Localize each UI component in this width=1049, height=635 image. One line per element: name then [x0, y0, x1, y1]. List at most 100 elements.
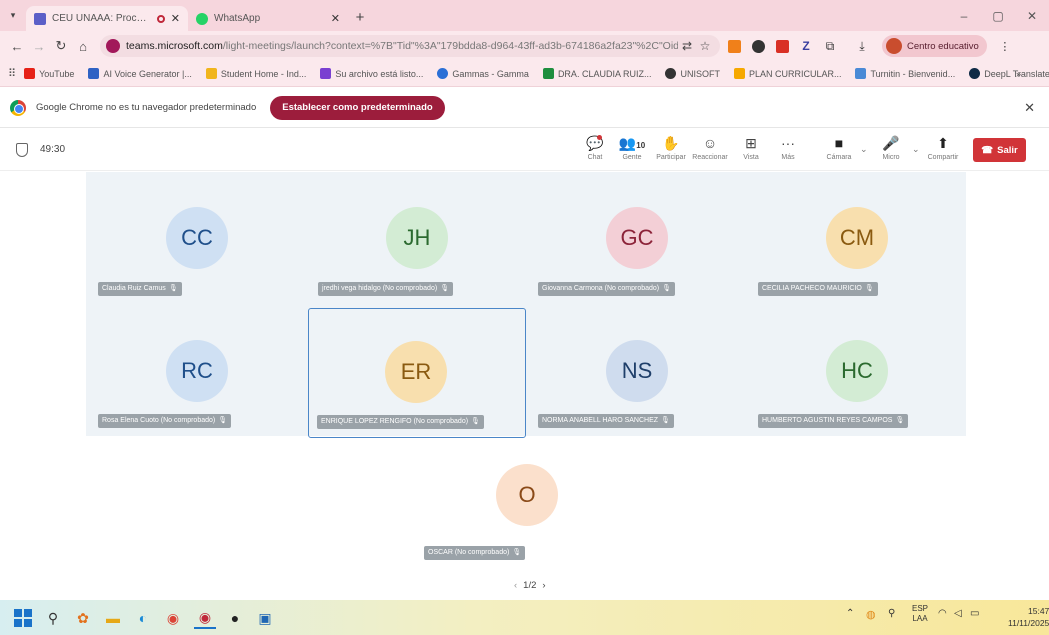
participant-grid: CC Claudia Ruiz Camus 🎙 JH jredhi vega hi…: [86, 172, 968, 438]
bookmark-item[interactable]: AI Voice Generator |...: [88, 68, 192, 79]
bookmark-item[interactable]: DeepL Translate - El...: [969, 68, 1049, 79]
edge-browser-icon[interactable]: ◐: [132, 607, 154, 629]
back-button[interactable]: ←: [6, 35, 28, 57]
home-button[interactable]: ⌂: [72, 35, 94, 57]
mic-button[interactable]: 🎤 Micro: [871, 134, 911, 161]
bookmarks-overflow-icon[interactable]: »: [1016, 69, 1021, 79]
camera-options-chevron-icon[interactable]: ⌄: [860, 144, 868, 155]
tab-ceu-unaaa[interactable]: CEU UNAAA: Proceso elect ✕: [26, 6, 188, 31]
participant-tile[interactable]: GC Giovanna Carmona (No comprobado) 🎙: [530, 174, 748, 304]
share-screen-icon: ⬆: [937, 135, 949, 151]
people-count: 10: [636, 141, 646, 150]
tab-whatsapp[interactable]: WhatsApp ✕: [188, 6, 348, 31]
chrome-profile-taskbar-icon[interactable]: ◉: [194, 607, 216, 629]
leave-meeting-button[interactable]: ☎ Salir: [973, 138, 1026, 162]
tab-search-icon[interactable]: ▾: [0, 0, 26, 31]
share-button[interactable]: ⬆ Compartir: [923, 134, 963, 161]
bookmark-item[interactable]: DRA. CLAUDIA RUIZ...: [542, 68, 651, 79]
bookmark-favicon-icon: [855, 68, 867, 79]
muted-mic-icon: 🎙: [662, 285, 672, 292]
avatar: JH: [386, 207, 448, 269]
profile-button[interactable]: Centro educativo: [882, 35, 987, 57]
pager-next-icon[interactable]: ›: [542, 580, 545, 591]
recording-indicator-icon: [156, 14, 165, 23]
participant-tile[interactable]: O OSCAR (No comprobado) 🎙: [418, 452, 636, 566]
bookmark-item[interactable]: Student Home - Ind...: [205, 68, 306, 79]
react-button[interactable]: ☺ Reaccionar: [690, 134, 730, 161]
set-default-button[interactable]: Establecer como predeterminado: [270, 95, 445, 120]
minimize-button[interactable]: –: [947, 0, 981, 31]
tray-overflow-chevron-icon[interactable]: ⌃: [846, 608, 854, 619]
file-explorer-icon[interactable]: ▬: [102, 607, 124, 629]
language-indicator[interactable]: ESP LAA: [912, 604, 928, 624]
url-text: teams.microsoft.com/light-meetings/launc…: [126, 40, 678, 52]
app-taskbar-icon[interactable]: ●: [224, 607, 246, 629]
gallery-pager: ‹ 1/2 ›: [508, 580, 552, 591]
widgets-icon[interactable]: ✿: [72, 607, 94, 629]
search-icon[interactable]: ⚲: [42, 607, 64, 629]
bookmark-item[interactable]: Su archivo está listo...: [320, 68, 423, 79]
page-indicator: 1/2: [523, 580, 537, 591]
translate-icon[interactable]: ⇄: [678, 39, 696, 53]
new-tab-button[interactable]: +: [348, 9, 372, 26]
profile-avatar: [886, 38, 902, 54]
people-button[interactable]: 👥10 Gente: [612, 134, 652, 161]
raise-hand-button[interactable]: ✋ Participar: [651, 134, 691, 161]
extension-z-icon[interactable]: Z: [796, 36, 816, 56]
extension-red-icon[interactable]: [772, 36, 792, 56]
participant-tile[interactable]: HC HUMBERTO AGUSTIN REYES CAMPOS 🎙: [750, 306, 968, 436]
extension-orange-icon[interactable]: [724, 36, 744, 56]
downloads-icon[interactable]: ⤓: [852, 36, 872, 56]
bookmark-star-icon[interactable]: ☆: [696, 39, 714, 53]
more-button[interactable]: ··· Más: [768, 134, 808, 161]
participant-tile-selected[interactable]: ER ENRIQUE LOPEZ RENGIFO (No comprobado)…: [308, 308, 526, 438]
mic-label: Micro: [882, 154, 900, 161]
avatar: GC: [606, 207, 668, 269]
participant-tile[interactable]: RC Rosa Elena Cuoto (No comprobado) 🎙: [90, 306, 308, 436]
extensions-puzzle-icon[interactable]: ⧉: [820, 36, 840, 56]
site-info-icon[interactable]: [106, 39, 120, 53]
chrome-taskbar-icon[interactable]: ◉: [162, 607, 184, 629]
extension-dark-icon[interactable]: [748, 36, 768, 56]
close-tab-icon[interactable]: ✕: [331, 12, 340, 25]
mic-options-chevron-icon[interactable]: ⌄: [912, 144, 920, 155]
bookmark-favicon-icon: [542, 68, 554, 79]
tray-location-icon[interactable]: ⚲: [888, 608, 895, 619]
view-button[interactable]: ⊞ Vista: [731, 134, 771, 161]
participant-tile[interactable]: NS NORMA ANABELL HARO SANCHEZ 🎙: [530, 306, 748, 436]
bookmark-item[interactable]: Gammas - Gamma: [437, 68, 529, 79]
start-button[interactable]: [12, 607, 34, 629]
wifi-icon[interactable]: ◠: [938, 608, 947, 619]
bookmark-favicon-icon: [205, 68, 217, 79]
close-tab-icon[interactable]: ✕: [171, 12, 180, 25]
bookmark-favicon-icon: [437, 68, 449, 79]
chrome-menu-icon[interactable]: ⋮: [995, 36, 1015, 56]
bookmark-favicon-icon: [969, 68, 981, 79]
close-window-button[interactable]: ✕: [1015, 0, 1049, 31]
bookmarks-bar: ⠿ YouTube AI Voice Generator |... Studen…: [0, 61, 1049, 87]
volume-icon[interactable]: ◁: [954, 608, 962, 619]
muted-mic-icon: 🎙: [218, 417, 228, 424]
reload-button[interactable]: ↻: [50, 35, 72, 57]
close-infobar-icon[interactable]: ✕: [1024, 100, 1035, 116]
url-input[interactable]: teams.microsoft.com/light-meetings/launc…: [100, 35, 720, 57]
bookmark-item[interactable]: UNISOFT: [665, 68, 720, 79]
outlook-taskbar-icon[interactable]: ▣: [254, 607, 276, 629]
forward-button[interactable]: →: [28, 35, 50, 57]
chat-button[interactable]: 💬 Chat: [575, 134, 615, 161]
maximize-button[interactable]: ▢: [981, 0, 1015, 31]
bookmark-item[interactable]: PLAN CURRICULAR...: [733, 68, 841, 79]
bookmark-item[interactable]: YouTube: [24, 68, 74, 79]
battery-icon[interactable]: ▭: [970, 608, 979, 619]
camera-button[interactable]: ■ Cámara: [819, 134, 859, 161]
address-bar-row: ← → ↻ ⌂ teams.microsoft.com/light-meetin…: [0, 31, 1049, 61]
system-clock[interactable]: 15:47 11/11/2025: [1008, 605, 1049, 629]
participant-tile[interactable]: CC Claudia Ruiz Camus 🎙: [90, 174, 308, 304]
bookmark-item[interactable]: Turnitin - Bienvenid...: [855, 68, 955, 79]
participant-tile[interactable]: JH jredhi vega hidalgo (No comprobado) 🎙: [310, 174, 528, 304]
camera-label: Cámara: [826, 154, 852, 161]
tray-app-icon[interactable]: ◍: [866, 608, 876, 621]
participant-tile[interactable]: CM CECILIA PACHECO MAURICIO 🎙: [750, 174, 968, 304]
apps-grid-icon[interactable]: ⠿: [8, 67, 16, 80]
pager-prev-icon[interactable]: ‹: [514, 580, 517, 591]
